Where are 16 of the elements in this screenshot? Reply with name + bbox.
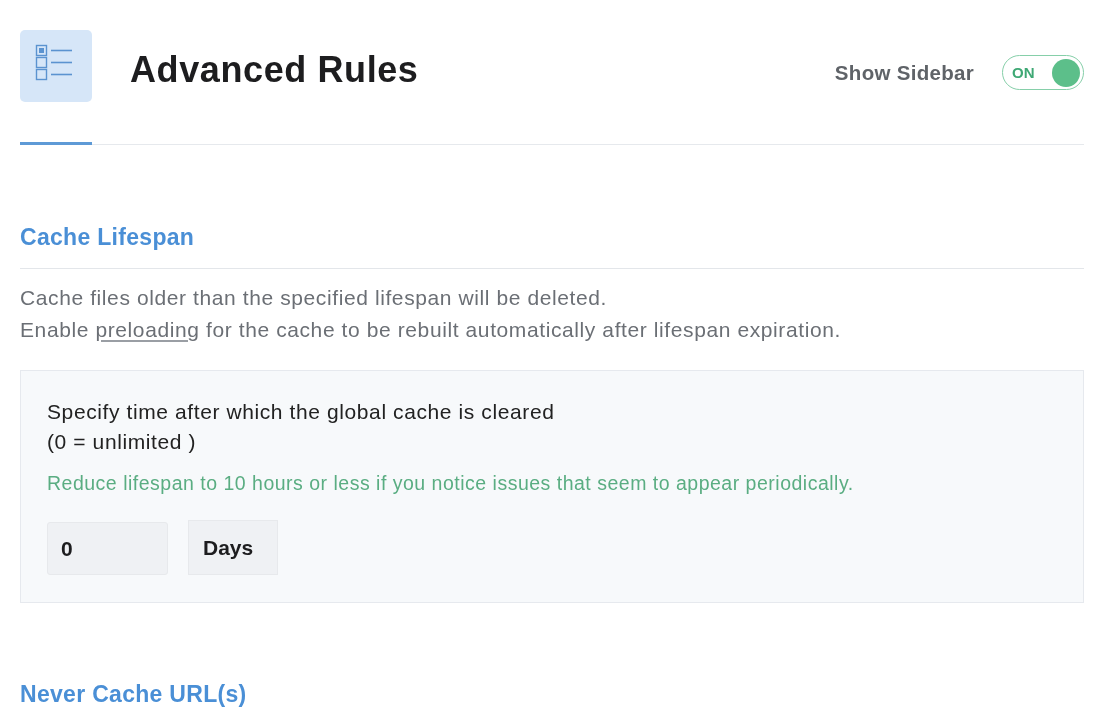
hint-text: Reduce lifespan to 10 hours or less if you notice issues that seem to appear periodically. [47,471,855,496]
preloading-link[interactable]: preloading [95,318,200,341]
section-title: Cache Lifespan [20,223,196,252]
unit-label: Days [188,520,279,575]
checklist-tab[interactable] [20,30,92,145]
description-text: Enable preloading for the cache to be rebuilt automatically after lifespan expiration. [20,317,842,343]
setting-note: (0 = unlimited ) [47,429,198,455]
toggle-knob[interactable] [1052,58,1080,87]
section-title: Never Cache URL(s) [20,680,248,709]
setting-label: Specify time after which the global cache is cleared [47,399,556,425]
checklist-icon [20,30,92,102]
lifespan-input[interactable]: 0 [47,522,168,575]
page-title: Advanced Rules [130,48,419,92]
sidebar-toggle[interactable]: ON [1002,55,1084,90]
toggle-label: Show Sidebar [834,60,974,86]
description-text: Cache files older than the specified lifespan will be deleted. [20,285,609,311]
